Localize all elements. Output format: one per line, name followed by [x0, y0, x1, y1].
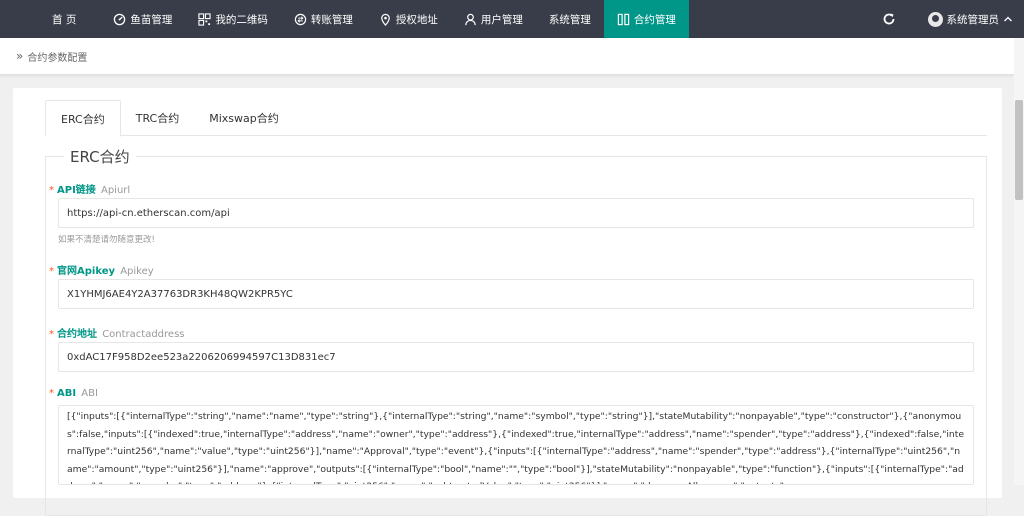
tab-bar: ERC合约 TRC合约 Mixswap合约	[45, 100, 987, 136]
required-mark: *	[49, 388, 54, 399]
tab-erc[interactable]: ERC合约	[45, 100, 121, 137]
content-card: ERC合约 TRC合约 Mixswap合约 ERC合约 *API链接 Apiur…	[13, 88, 1002, 498]
required-mark: *	[49, 185, 54, 196]
refresh-icon	[882, 12, 896, 26]
abi-label: *ABI ABI	[49, 388, 98, 399]
nav-item-contract-management[interactable]: 合约管理	[604, 0, 689, 38]
abi-textarea[interactable]: [{"inputs":[{"internalType":"string","na…	[58, 405, 974, 485]
columns-icon	[617, 13, 630, 26]
nav-item-label: 我的二维码	[215, 12, 268, 27]
required-mark: *	[49, 329, 54, 340]
nav-item-home[interactable]: 首 页	[0, 0, 100, 38]
chevron-up-icon	[1002, 13, 1014, 25]
apiurl-label-en: Apiurl	[101, 185, 130, 196]
apikey-input[interactable]: X1YHMJ6AE4Y2A37763DR3KH48QW2KPR5YC	[58, 279, 974, 309]
apikey-label: *官网Apikey Apikey	[49, 262, 154, 277]
erc-form-fieldset: ERC合约 *API链接 Apiurl https://api-cn.ether…	[45, 156, 987, 516]
user-icon	[464, 13, 477, 26]
nav-item-user-management[interactable]: 用户管理	[451, 0, 536, 38]
contract-address-label-zh: 合约地址	[57, 329, 97, 340]
nav-item-label: 合约管理	[634, 12, 676, 27]
qrcode-icon	[198, 13, 211, 26]
nav-item-fry-management[interactable]: 鱼苗管理	[100, 0, 185, 38]
user-menu[interactable]: 系统管理员	[908, 12, 1024, 27]
contract-address-value: 0xdAC17F958D2ee523a2206206994597C13D831e…	[67, 352, 336, 363]
fieldset-legend: ERC合约	[64, 146, 136, 167]
apikey-label-zh: 官网Apikey	[57, 266, 115, 277]
contract-address-input[interactable]: 0xdAC17F958D2ee523a2206206994597C13D831e…	[58, 342, 974, 372]
tab-label: Mixswap合约	[209, 110, 279, 126]
nav-item-label: 转账管理	[311, 12, 353, 27]
tab-label: TRC合约	[136, 110, 180, 126]
apiurl-input[interactable]: https://api-cn.etherscan.com/api	[58, 198, 974, 228]
nav-item-label: 系统管理	[549, 12, 591, 27]
scrollbar-thumb[interactable]	[1015, 100, 1023, 200]
nav-item-label: 用户管理	[481, 12, 523, 27]
apikey-value: X1YHMJ6AE4Y2A37763DR3KH48QW2KPR5YC	[67, 289, 293, 300]
contract-address-label: *合约地址 Contractaddress	[49, 325, 185, 340]
nav-item-transfer-management[interactable]: 转账管理	[281, 0, 366, 38]
avatar	[928, 12, 943, 27]
tab-label: ERC合约	[61, 111, 105, 127]
nav-right-group: 系统管理员	[870, 0, 1024, 38]
apiurl-hint: 如果不清楚请勿随意更改!	[58, 233, 155, 245]
nav-item-label: 鱼苗管理	[130, 12, 172, 27]
nav-item-label: 首 页	[52, 12, 76, 27]
transfer-icon	[294, 13, 307, 26]
required-mark: *	[49, 266, 54, 277]
page-scrollbar[interactable]	[1014, 38, 1024, 485]
nav-item-my-qrcode[interactable]: 我的二维码	[185, 0, 281, 38]
username: 系统管理员	[947, 12, 1000, 27]
double-chevron-right-icon: »	[16, 49, 23, 63]
abi-label-en: ABI	[81, 388, 98, 399]
nav-item-label: 授权地址	[396, 12, 438, 27]
apiurl-value: https://api-cn.etherscan.com/api	[67, 208, 230, 219]
breadcrumb-label: 合约参数配置	[27, 49, 87, 64]
apikey-label-en: Apikey	[120, 266, 153, 277]
tab-mixswap[interactable]: Mixswap合约	[194, 100, 294, 136]
top-navigation-bar: 首 页 鱼苗管理 我的二维码 转账管理 授权地址 用户管理 系统管理	[0, 0, 1024, 38]
contract-address-label-en: Contractaddress	[102, 329, 184, 340]
dashboard-icon	[113, 13, 126, 26]
nav-item-system-management[interactable]: 系统管理	[536, 0, 604, 38]
nav-item-authorized-address[interactable]: 授权地址	[366, 0, 451, 38]
breadcrumb: » 合约参数配置	[0, 38, 1014, 75]
apiurl-label: *API链接 Apiurl	[49, 181, 130, 196]
apiurl-label-zh: API链接	[57, 185, 96, 196]
tab-trc[interactable]: TRC合约	[121, 100, 195, 136]
abi-label-zh: ABI	[57, 388, 76, 399]
location-icon	[379, 13, 392, 26]
refresh-button[interactable]	[870, 0, 908, 38]
